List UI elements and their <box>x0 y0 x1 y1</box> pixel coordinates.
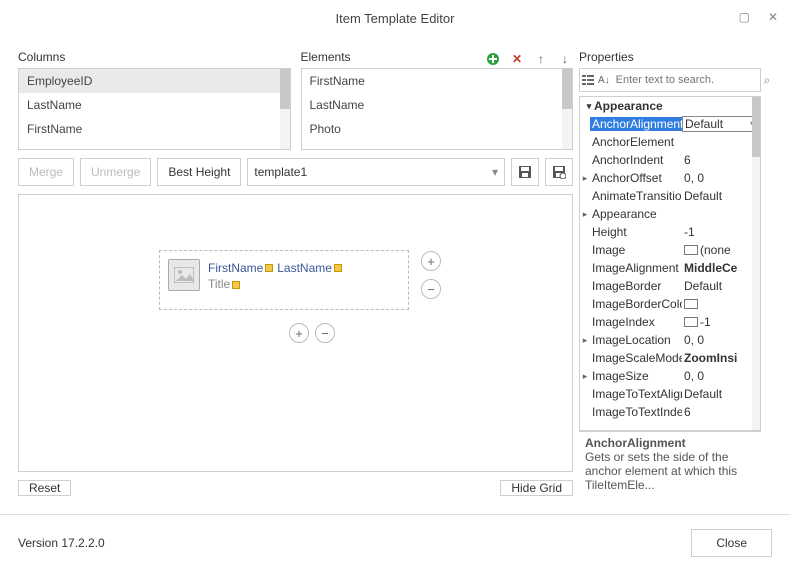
template-select[interactable]: template1 ▾ <box>247 158 505 186</box>
list-item[interactable]: FirstName <box>19 117 290 141</box>
list-item[interactable]: LastName <box>19 93 290 117</box>
add-col-button[interactable]: + <box>289 323 309 343</box>
delete-icon[interactable]: ✕ <box>509 51 525 67</box>
property-category[interactable]: Appearance <box>594 99 663 113</box>
list-item[interactable]: EmployeeID <box>19 69 290 93</box>
property-row[interactable]: AnchorElement <box>580 133 760 151</box>
move-up-icon[interactable]: ↑ <box>533 51 549 67</box>
template-select-value: template1 <box>254 165 307 179</box>
list-item[interactable]: Photo <box>302 117 573 141</box>
property-row[interactable]: ▸AnchorOffset0, 0 <box>580 169 760 187</box>
list-item[interactable]: FirstName <box>302 69 573 93</box>
property-row[interactable]: ImageToTextInde6 <box>580 403 760 421</box>
property-description: AnchorAlignment Gets or sets the side of… <box>579 431 761 496</box>
move-down-icon[interactable]: ↓ <box>557 51 573 67</box>
remove-row-button[interactable]: − <box>421 279 441 299</box>
add-row-button[interactable]: + <box>421 251 441 271</box>
columns-label: Columns <box>18 50 291 64</box>
image-placeholder-icon[interactable] <box>168 259 200 291</box>
property-row[interactable]: Height-1 <box>580 223 760 241</box>
list-item[interactable]: LastName <box>302 93 573 117</box>
reset-button[interactable]: Reset <box>18 480 71 496</box>
drag-handle-icon[interactable] <box>232 281 240 289</box>
property-grid[interactable]: ▾Appearance AnchorAlignmentDefault▾Ancho… <box>579 96 761 431</box>
close-icon[interactable]: ✕ <box>768 10 778 24</box>
properties-label: Properties <box>579 50 761 64</box>
drag-handle-icon[interactable] <box>334 264 342 272</box>
best-height-button[interactable]: Best Height <box>157 158 241 186</box>
window-title: Item Template Editor <box>336 11 455 26</box>
design-canvas[interactable]: FirstName LastName Title + − + − <box>18 194 573 472</box>
property-row[interactable]: ImageAlignmentMiddleCe <box>580 259 760 277</box>
save-button[interactable] <box>511 158 539 186</box>
hide-grid-button[interactable]: Hide Grid <box>500 480 573 496</box>
columns-list[interactable]: EmployeeID LastName FirstName <box>18 68 291 150</box>
property-row[interactable]: ▸ImageSize0, 0 <box>580 367 760 385</box>
version-text: Version 17.2.2.0 <box>18 536 105 550</box>
merge-button: Merge <box>18 158 74 186</box>
maximize-icon[interactable]: ▢ <box>739 10 750 24</box>
close-button[interactable]: Close <box>691 529 772 557</box>
property-row[interactable]: ▸Appearance <box>580 205 760 223</box>
drag-handle-icon[interactable] <box>265 264 273 272</box>
property-row[interactable]: AnimateTransitionDefault <box>580 187 760 205</box>
tile-name-text[interactable]: FirstName LastName <box>208 259 342 275</box>
elements-list[interactable]: FirstName LastName Photo <box>301 68 574 150</box>
scrollbar[interactable] <box>280 69 290 149</box>
scrollbar[interactable] <box>752 97 760 430</box>
scrollbar[interactable] <box>562 69 572 149</box>
chevron-down-icon: ▾ <box>492 165 498 179</box>
categorized-icon[interactable] <box>582 72 594 88</box>
property-row[interactable]: Image(none <box>580 241 760 259</box>
property-row[interactable]: ImageBorderColor <box>580 295 760 313</box>
property-row[interactable]: ImageBorderDefault <box>580 277 760 295</box>
property-row[interactable]: ▸ImageLocation0, 0 <box>580 331 760 349</box>
unmerge-button: Unmerge <box>80 158 151 186</box>
property-row[interactable]: ImageIndex-1 <box>580 313 760 331</box>
property-row[interactable]: ImageScaleModeZoomInsi <box>580 349 760 367</box>
add-icon[interactable] <box>485 51 501 67</box>
alphabetical-icon[interactable]: A↓ <box>598 72 610 88</box>
search-icon[interactable]: ⌕ <box>764 72 771 88</box>
elements-label: Elements <box>301 50 351 64</box>
remove-col-button[interactable]: − <box>315 323 335 343</box>
property-search-input[interactable] <box>614 73 760 87</box>
tile-item[interactable]: FirstName LastName Title <box>159 250 409 310</box>
tile-title-text[interactable]: Title <box>208 277 342 291</box>
save-as-button[interactable] <box>545 158 573 186</box>
property-row[interactable]: ImageToTextAlignDefault <box>580 385 760 403</box>
property-row[interactable]: AnchorIndent6 <box>580 151 760 169</box>
property-row[interactable]: AnchorAlignmentDefault▾ <box>580 115 760 133</box>
